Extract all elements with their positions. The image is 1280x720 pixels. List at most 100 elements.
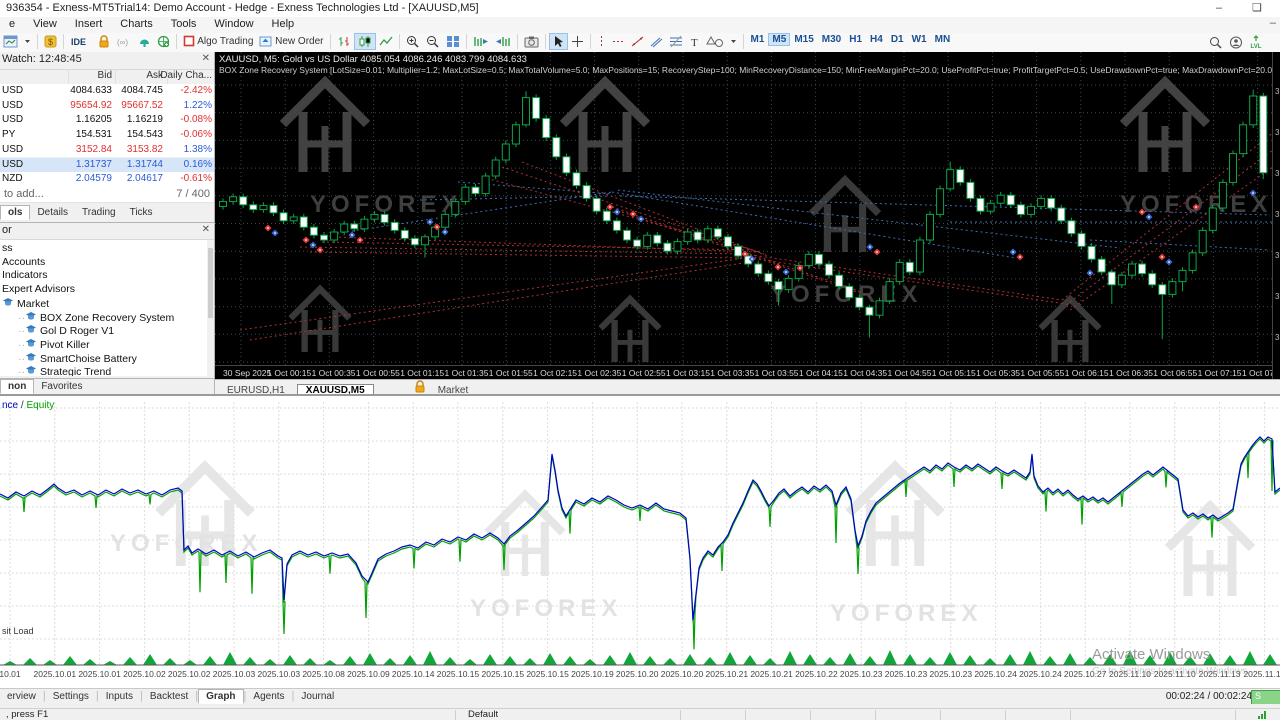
menu-item-help[interactable]: Help — [263, 17, 304, 31]
text-tool-icon[interactable]: T — [686, 33, 703, 50]
dropdown-caret-icon[interactable] — [21, 33, 34, 50]
tab-ticks[interactable]: Ticks — [123, 206, 160, 219]
nav-item-ss[interactable]: ss — [2, 242, 13, 256]
timeframe-h4[interactable]: H4 — [866, 33, 887, 46]
tab-favorites[interactable]: Favorites — [34, 380, 89, 393]
auto-scroll-icon[interactable] — [492, 33, 514, 50]
tester-tab-backtest[interactable]: Backtest — [143, 690, 195, 703]
tab-non[interactable]: non — [0, 379, 34, 394]
menu-item-e[interactable]: e — [0, 17, 24, 31]
metaquotes-id-icon[interactable]: (∞) — [113, 33, 135, 50]
menu-item-window[interactable]: Window — [205, 17, 262, 31]
algo-trading-button[interactable]: Algo Trading — [180, 33, 256, 50]
scrollbar-thumb[interactable] — [208, 248, 213, 318]
nav-item-indicators[interactable]: Indicators — [2, 269, 48, 283]
timeframe-m5[interactable]: M5 — [768, 33, 790, 46]
market-watch-row[interactable]: USD1.162051.16219-0.08% — [0, 113, 214, 129]
shift-chart-end-icon[interactable] — [470, 33, 492, 50]
price-label-clipped: 3 — [1275, 128, 1279, 137]
line-mode-icon[interactable] — [376, 33, 396, 50]
click-to-add[interactable]: to add... — [4, 188, 44, 200]
community-icon[interactable] — [154, 33, 173, 50]
timeframe-h1[interactable]: H1 — [845, 33, 866, 46]
nav-item-market[interactable]: Market — [2, 297, 49, 311]
tester-tab-erview[interactable]: erview — [0, 690, 43, 703]
column-header-change[interactable]: Daily Cha... — [160, 70, 212, 81]
tab-details[interactable]: Details — [30, 206, 75, 219]
nav-item-smartchoise-battery[interactable]: ··SmartChoise Battery — [18, 352, 137, 366]
horizontal-line-icon[interactable] — [609, 33, 628, 50]
alerts-icon[interactable] — [135, 33, 154, 50]
menu-item-charts[interactable]: Charts — [111, 17, 161, 31]
channel-icon[interactable] — [647, 33, 666, 50]
minimize-button[interactable]: – — [1204, 1, 1234, 15]
ide-icon[interactable]: IDE — [67, 33, 95, 50]
fibonacci-icon[interactable] — [666, 33, 686, 50]
market-watch-row[interactable]: USD4084.6334084.745-2.42% — [0, 84, 214, 100]
timeframe-m15[interactable]: M15 — [790, 33, 817, 46]
lock-icon[interactable] — [95, 33, 113, 50]
price-axis[interactable]: 3333333 — [1272, 52, 1280, 379]
yoforex-watermark-text: YOFOREX — [110, 530, 262, 557]
vertical-line-icon[interactable] — [594, 33, 609, 50]
close-icon[interactable]: ✕ — [202, 53, 210, 64]
market-watch-row[interactable]: USD95654.9295667.521.22% — [0, 99, 214, 115]
chart-minimize-button[interactable]: – — [1270, 17, 1276, 29]
market-watch-row[interactable]: USD1.317371.317440.16% — [0, 158, 214, 174]
crosshair-icon[interactable] — [568, 33, 587, 50]
close-icon[interactable]: ✕ — [202, 224, 210, 235]
nav-item-strategic-trend[interactable]: ··Strategic Trend — [18, 365, 111, 376]
zoom-out-icon[interactable] — [423, 33, 443, 50]
screenshot-icon[interactable] — [521, 33, 542, 50]
candles-mode-icon[interactable] — [354, 33, 376, 50]
timeframe-m30[interactable]: M30 — [818, 33, 845, 46]
restore-button[interactable]: ❏ — [1242, 1, 1272, 15]
bars-mode-icon[interactable] — [334, 33, 354, 50]
chart-window-icon[interactable] — [0, 33, 21, 50]
nav-item-label: SmartChoise Battery — [40, 353, 137, 365]
date-label: 2025.10.01 — [34, 669, 77, 679]
new-order-button[interactable]: New Order — [256, 33, 326, 50]
tester-tab-journal[interactable]: Journal — [294, 690, 341, 703]
tile-windows-icon[interactable] — [443, 33, 463, 50]
nav-item-expert-advisors[interactable]: Expert Advisors — [2, 283, 75, 297]
trendline-icon[interactable] — [628, 33, 647, 50]
search-icon[interactable] — [1206, 34, 1226, 51]
tab-trading[interactable]: Trading — [75, 206, 123, 219]
tester-graph[interactable]: YOFOREXYOFOREXYOFOREX10.012025.10.012025… — [0, 396, 1280, 690]
tab-ols[interactable]: ols — [0, 205, 30, 220]
market-watch-row[interactable]: PY154.531154.543-0.06% — [0, 128, 214, 144]
tester-tab-settings[interactable]: Settings — [46, 690, 96, 703]
help-icon[interactable] — [1226, 34, 1246, 51]
price-chart[interactable]: YOFOREXYOFOREXYOFOREX — [215, 52, 1272, 365]
lvl-icon[interactable]: LVL — [1246, 34, 1266, 51]
menu-item-tools[interactable]: Tools — [162, 17, 206, 31]
timeframe-m1[interactable]: M1 — [747, 33, 769, 46]
tester-tab-graph[interactable]: Graph — [198, 689, 243, 704]
nav-item-box-zone-recovery-system[interactable]: ··BOX Zone Recovery System — [18, 311, 174, 325]
market-watch-columns: BidAskDaily Cha... — [0, 69, 214, 85]
time-axis[interactable]: 30 Sep 20251 Oct 00:151 Oct 00:351 Oct 0… — [215, 365, 1272, 380]
shapes-icon[interactable] — [703, 33, 727, 50]
menu-item-insert[interactable]: Insert — [66, 17, 112, 31]
timeframe-d1[interactable]: D1 — [887, 33, 908, 46]
market-watch-row[interactable]: USD3152.843153.821.38% — [0, 143, 214, 159]
nav-item-accounts[interactable]: Accounts — [2, 256, 45, 270]
tester-tab-agents[interactable]: Agents — [246, 690, 291, 703]
nav-item-pivot-killer[interactable]: ··Pivot Killer — [18, 338, 90, 352]
dropdown-caret-icon[interactable] — [727, 33, 740, 50]
tester-tab-inputs[interactable]: Inputs — [99, 690, 140, 703]
nav-item-gol-d-roger-v1[interactable]: ··Gol D Roger V1 — [18, 324, 114, 338]
zoom-in-icon[interactable] — [403, 33, 423, 50]
market-watch-row[interactable]: NZD2.045792.04617-0.61% — [0, 172, 214, 188]
cursor-icon[interactable] — [549, 33, 568, 50]
balance-icon[interactable]: $ — [41, 33, 60, 50]
profile-name[interactable]: Default — [468, 709, 498, 720]
menu-item-view[interactable]: View — [24, 17, 66, 31]
expert-icon — [25, 325, 37, 337]
timeframe-w1[interactable]: W1 — [908, 33, 931, 46]
nav-item-label: Pivot Killer — [40, 339, 90, 351]
column-header-bid[interactable]: Bid — [98, 70, 112, 81]
time-label: 1 Oct 04:35 — [843, 368, 887, 378]
timeframe-mn[interactable]: MN — [931, 33, 955, 46]
